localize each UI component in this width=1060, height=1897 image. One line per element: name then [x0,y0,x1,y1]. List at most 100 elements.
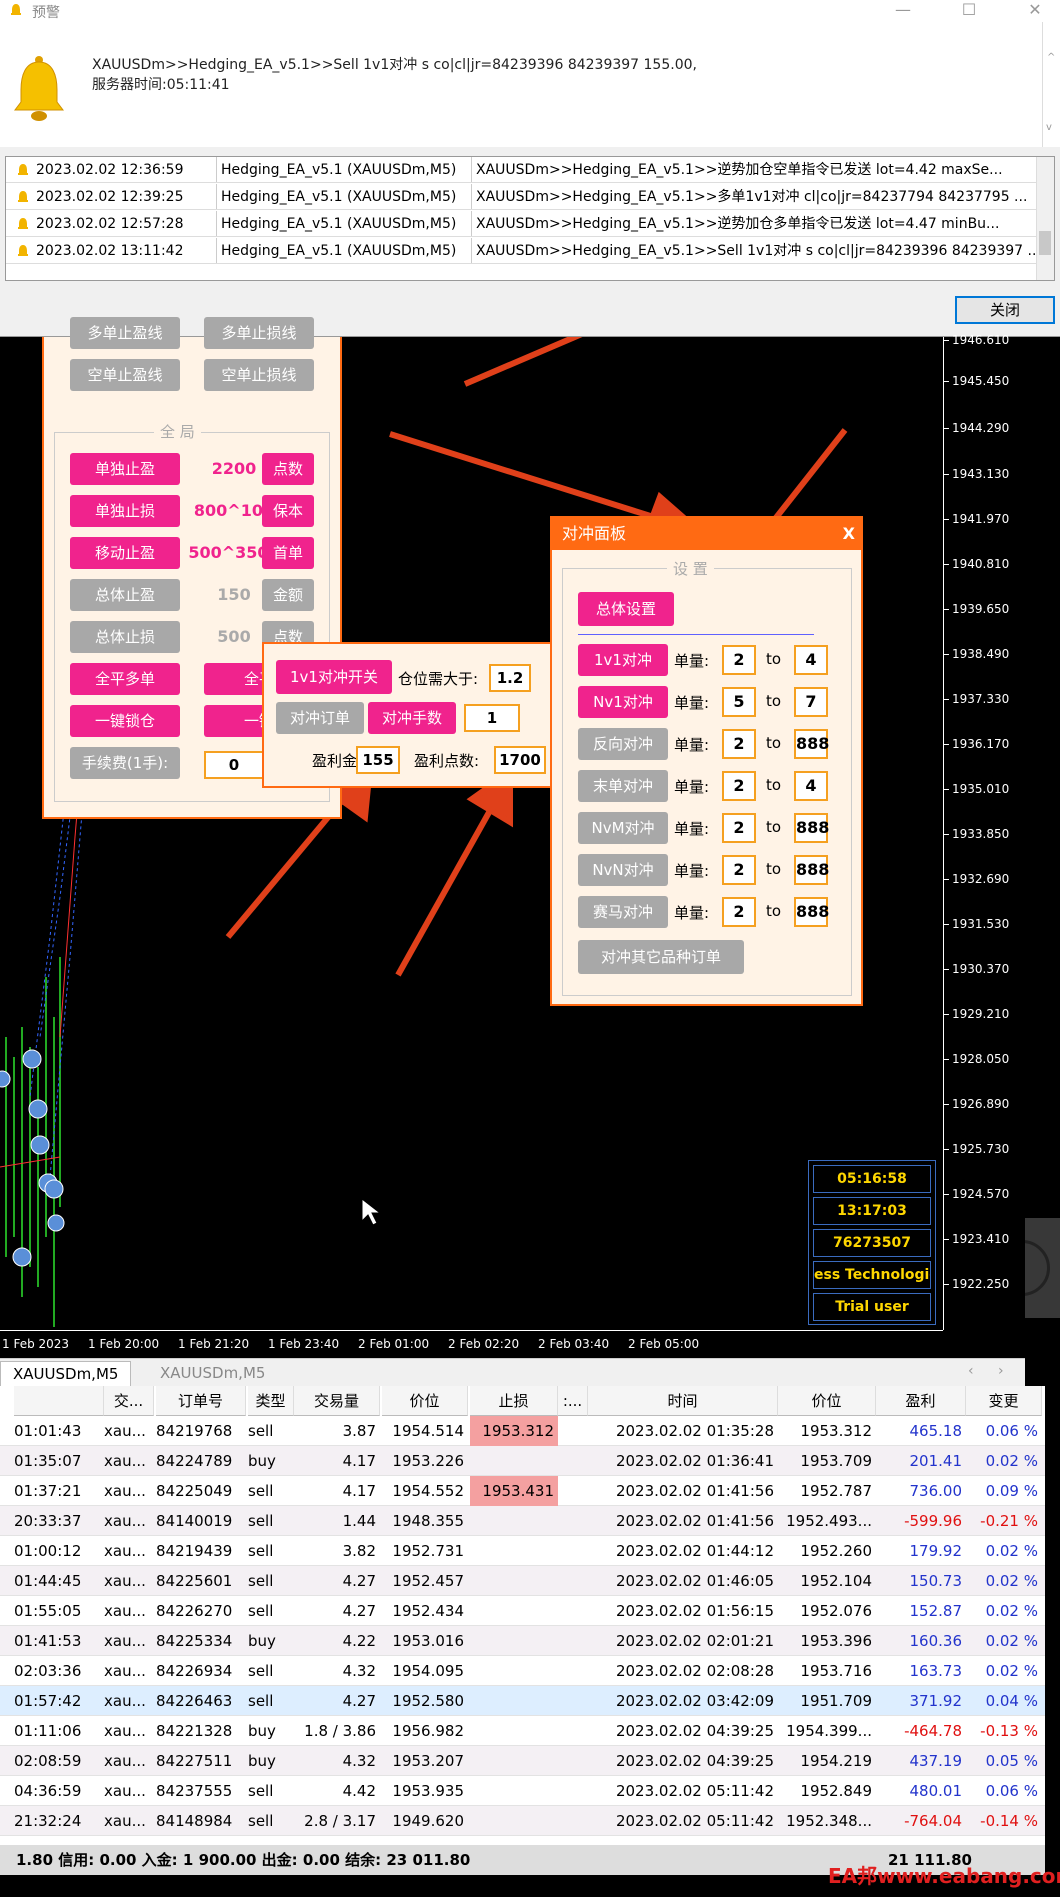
column-header[interactable]: 类型 [248,1386,294,1416]
lot-to-input[interactable]: 888 [794,813,829,843]
alert-close-button[interactable]: 关闭 [955,296,1055,324]
lot-from-input[interactable]: 2 [722,813,756,843]
first-order-button[interactable]: 首单 [262,537,314,569]
close-icon[interactable]: ✕ [1012,0,1058,22]
points-mode-button[interactable]: 点数 [262,453,314,485]
breakeven-button[interactable]: 保本 [262,495,314,527]
hedge-nv1-button[interactable]: Nv1对冲 [578,686,668,718]
table-cell: 2023.02.02 02:08:28 [615,1662,774,1680]
hedge-lots-input[interactable]: 1 [464,704,520,732]
table-cell [470,1716,558,1746]
message-scrollbar[interactable]: ^ v [1042,22,1060,147]
table-row[interactable]: 01:41:53 xau... 84225334 buy 4.22 1953.016 202… [0,1626,1045,1656]
log-row[interactable]: 2023.02.02 13:11:42 Hedging_EA_v5.1 (XAU… [6,238,1036,264]
log-row[interactable]: 2023.02.02 12:39:25 Hedging_EA_v5.1 (XAU… [6,184,1036,210]
alert-title: 预警 [32,5,60,21]
profit-points-input[interactable]: 1700 [494,746,546,774]
hedge-order-button[interactable]: 对冲订单 [276,702,364,734]
table-row[interactable]: 21:32:24 xau... 84148984 sell 2.8 / 3.17 1949… [0,1806,1045,1836]
table-row[interactable]: 01:57:42 xau... 84226463 sell 4.27 1952.580 20… [0,1686,1045,1716]
lot-from-input[interactable]: 2 [722,729,756,759]
hedge-reverse-button[interactable]: 反向对冲 [578,728,668,760]
tab-chart-active[interactable]: XAUUSDm,M5 [0,1361,132,1387]
table-row[interactable]: 20:33:37 xau... 84140019 sell 1.44 1948.355 20… [0,1506,1045,1536]
log-row[interactable]: 2023.02.02 12:36:59 Hedging_EA_v5.1 (XAU… [6,157,1036,183]
column-header[interactable]: 止损 [470,1386,558,1416]
column-header[interactable]: 交... [104,1386,154,1416]
total-sl-button[interactable]: 总体止损 [70,621,180,653]
table-cell: xau... [104,1722,146,1740]
tab-scroll-right-icon[interactable]: › [998,1363,1004,1379]
log-row[interactable]: 2023.02.02 12:57:28 Hedging_EA_v5.1 (XAU… [6,211,1036,237]
info-license: Trial user [813,1293,931,1321]
hedge-lots-button[interactable]: 对冲手数 [368,702,456,734]
amount-mode-button[interactable]: 金额 [262,579,314,611]
tab-scroll-left-icon[interactable]: ‹ [968,1363,974,1379]
table-row[interactable]: 01:01:43 xau... 84219768 sell 3.87 1954.514 19… [0,1416,1045,1446]
overall-settings-button[interactable]: 总体设置 [578,592,674,626]
column-header[interactable]: 价位 [382,1386,468,1416]
lot-to-input[interactable]: 888 [794,729,829,759]
table-row[interactable]: 02:03:36 xau... 84226934 sell 4.32 1954.095 20… [0,1656,1045,1686]
table-cell: buy [248,1452,276,1470]
fee-input[interactable]: 0 [204,751,264,779]
short-tp-line-button[interactable]: 空单止盈线 [70,359,180,391]
one-click-lock-button[interactable]: 一键锁仓 [70,705,180,737]
hedge-race-button[interactable]: 赛马对冲 [578,896,668,928]
column-header[interactable]: 时间 [588,1386,778,1416]
hedge-last-order-button[interactable]: 末单对冲 [578,770,668,802]
lot-from-input[interactable]: 2 [722,855,756,885]
single-tp-button[interactable]: 单独止盈 [70,453,180,485]
column-header[interactable]: 盈利 [876,1386,966,1416]
maximize-icon[interactable]: ☐ [946,0,992,22]
hedge-other-symbols-button[interactable]: 对冲其它品种订单 [578,940,744,974]
long-sl-line-button[interactable]: 多单止损线 [204,317,314,349]
hedge-nvm-button[interactable]: NvM对冲 [578,812,668,844]
lot-to-input[interactable]: 7 [794,687,828,717]
single-sl-button[interactable]: 单独止损 [70,495,180,527]
price-chart[interactable]: 多单止盈线 多单止损线 空单止盈线 空单止损线 全 局 单独止盈 2200 点数… [0,317,943,1330]
tab-chart[interactable]: XAUUSDm,M5 [148,1361,277,1387]
close-all-long-button[interactable]: 全平多单 [70,663,180,695]
table-row[interactable]: 01:55:05 xau... 84226270 sell 4.27 1952.434 20… [0,1596,1045,1626]
log-message: XAUUSDm>>Hedging_EA_v5.1>>多单1v1对冲 cl|co|… [471,184,1036,209]
lot-from-input[interactable]: 2 [722,897,756,927]
position-min-input[interactable]: 1.2 [489,664,531,692]
log-scrollbar[interactable] [1036,157,1054,280]
table-row[interactable]: 01:44:45 xau... 84225601 sell 4.27 1952.457 20… [0,1566,1045,1596]
column-header[interactable]: :... [558,1386,588,1416]
table-row[interactable]: 01:00:12 xau... 84219439 sell 3.82 1952.731 20… [0,1536,1045,1566]
lot-from-input[interactable]: 2 [722,771,756,801]
1v1-toggle-button[interactable]: 1v1对冲开关 [276,660,392,694]
short-sl-line-button[interactable]: 空单止损线 [204,359,314,391]
table-cell: 3.87 [342,1422,376,1440]
lot-to-input[interactable]: 888 [794,897,829,927]
hedge-1v1-button[interactable]: 1v1对冲 [578,644,668,676]
column-header[interactable]: 价位 [778,1386,876,1416]
column-header[interactable]: 变更 [966,1386,1042,1416]
table-cell: 2023.02.02 04:39:25 [615,1722,774,1740]
table-row[interactable]: 01:37:21 xau... 84225049 sell 4.17 1954.552 19… [0,1476,1045,1506]
minimize-icon[interactable]: — [880,0,926,22]
time-tick: 1 Feb 21:20 [178,1337,250,1351]
lot-to-input[interactable]: 888 [794,855,829,885]
lot-to-input[interactable]: 4 [794,771,828,801]
trailing-tp-button[interactable]: 移动止盈 [70,537,180,569]
table-row[interactable]: 04:36:59 xau... 84237555 sell 4.42 1953.935 20… [0,1776,1045,1806]
profit-amount-input[interactable]: 155 [356,746,400,774]
lot-to-input[interactable]: 4 [794,645,828,675]
price-tick: 1925.730 [943,1142,1010,1156]
hedge-panel-close-icon[interactable]: X [843,518,855,550]
column-header[interactable]: 订单号 [156,1386,246,1416]
long-tp-line-button[interactable]: 多单止盈线 [70,317,180,349]
table-cell: 1953.312 [800,1422,872,1440]
table-row[interactable]: 02:08:59 xau... 84227511 buy 4.32 1953.207 202… [0,1746,1045,1776]
total-tp-button[interactable]: 总体止盈 [70,579,180,611]
table-row[interactable]: 01:11:06 xau... 84221328 buy 1.8 / 3.86 1956.… [0,1716,1045,1746]
column-header[interactable]: 交易量 [294,1386,380,1416]
column-header[interactable] [14,1386,104,1416]
hedge-nvn-button[interactable]: NvN对冲 [578,854,668,886]
lot-from-input[interactable]: 5 [722,687,756,717]
table-row[interactable]: 01:35:07 xau... 84224789 buy 4.17 1953.226 202… [0,1446,1045,1476]
lot-from-input[interactable]: 2 [722,645,756,675]
